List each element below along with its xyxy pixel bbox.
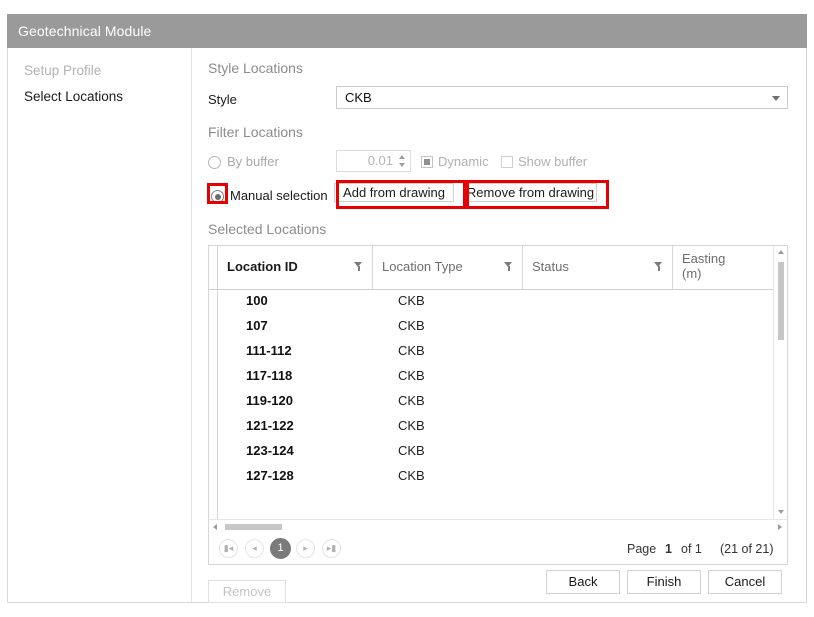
cell-location-type: CKB bbox=[398, 293, 425, 308]
grid-header-location-id-label: Location ID bbox=[227, 259, 298, 274]
table-row[interactable]: 121-122 CKB bbox=[218, 415, 773, 440]
pager-count-label: (21 of 21) bbox=[720, 542, 774, 556]
add-from-drawing-button[interactable]: Add from drawing bbox=[334, 183, 454, 202]
sidebar-item-select-locations[interactable]: Select Locations bbox=[24, 89, 123, 104]
funnel-icon[interactable] bbox=[354, 262, 363, 272]
pager-current-page[interactable]: 1 bbox=[270, 538, 291, 559]
cell-location-id: 127-128 bbox=[246, 468, 294, 483]
cell-location-id: 100 bbox=[246, 293, 268, 308]
table-row[interactable]: 107 CKB bbox=[218, 315, 773, 340]
grid-header-status-label: Status bbox=[532, 259, 569, 274]
by-buffer-label: By buffer bbox=[227, 154, 279, 169]
geotechnical-module-dialog: Geotechnical Module Setup Profile Select… bbox=[0, 0, 814, 617]
wizard-sidebar: Setup Profile Select Locations bbox=[8, 48, 192, 602]
table-row[interactable]: 119-120 CKB bbox=[218, 390, 773, 415]
pager-last-button[interactable]: ▸▮ bbox=[322, 539, 341, 558]
grid-header-status[interactable]: Status bbox=[523, 246, 673, 289]
stepper-down-icon[interactable] bbox=[399, 163, 405, 167]
style-dropdown-value: CKB bbox=[345, 90, 372, 105]
grid-header-location-type-label: Location Type bbox=[382, 259, 463, 274]
scroll-down-icon[interactable] bbox=[778, 510, 784, 514]
cell-location-type: CKB bbox=[398, 343, 425, 358]
manual-selection-label: Manual selection bbox=[230, 188, 328, 203]
remove-button[interactable]: Remove bbox=[208, 580, 286, 603]
pager-page-label: Page bbox=[627, 542, 657, 556]
chevron-down-icon bbox=[772, 96, 780, 101]
grid-header-easting[interactable]: Easting (m) bbox=[673, 246, 775, 289]
pager-page-number: 1 bbox=[665, 542, 672, 556]
cell-location-type: CKB bbox=[398, 393, 425, 408]
style-dropdown[interactable]: CKB bbox=[336, 86, 788, 109]
manual-selection-radio[interactable] bbox=[211, 190, 224, 203]
cell-location-type: CKB bbox=[398, 368, 425, 383]
grid-vertical-scrollbar[interactable] bbox=[773, 246, 787, 519]
table-row[interactable]: 111-112 CKB bbox=[218, 340, 773, 365]
vertical-scroll-thumb[interactable] bbox=[778, 262, 784, 340]
scroll-up-icon[interactable] bbox=[778, 250, 784, 254]
cell-location-id: 123-124 bbox=[246, 443, 294, 458]
pager-of-label: of 1 bbox=[681, 542, 702, 556]
footer-divider bbox=[193, 560, 806, 561]
table-row[interactable]: 117-118 CKB bbox=[218, 365, 773, 390]
cell-location-id: 119-120 bbox=[246, 393, 293, 408]
cell-location-type: CKB bbox=[398, 418, 425, 433]
dynamic-label: Dynamic bbox=[438, 154, 489, 169]
cell-location-type: CKB bbox=[398, 318, 425, 333]
funnel-icon[interactable] bbox=[654, 262, 663, 272]
grid-header-easting-label: Easting (m) bbox=[682, 251, 726, 281]
show-buffer-checkbox[interactable] bbox=[501, 156, 513, 168]
main-content: Style Locations Style CKB Filter Locatio… bbox=[193, 48, 806, 603]
style-label: Style bbox=[208, 92, 237, 107]
scroll-left-icon[interactable] bbox=[213, 524, 217, 530]
pager-prev-button[interactable]: ◂ bbox=[245, 539, 264, 558]
grid-row-selector-column bbox=[209, 290, 218, 519]
buffer-value-stepper[interactable]: 0.01 bbox=[336, 150, 411, 172]
cell-location-id: 121-122 bbox=[246, 418, 294, 433]
table-row[interactable]: 123-124 CKB bbox=[218, 440, 773, 465]
grid-header-location-id[interactable]: Location ID bbox=[218, 246, 373, 289]
filter-locations-heading: Filter Locations bbox=[208, 124, 303, 140]
selected-locations-heading: Selected Locations bbox=[208, 221, 327, 237]
cell-location-id: 111-112 bbox=[246, 343, 292, 358]
cancel-button[interactable]: Cancel bbox=[708, 570, 782, 594]
dynamic-checkbox[interactable] bbox=[421, 156, 433, 168]
grid-horizontal-scrollbar[interactable] bbox=[209, 519, 787, 533]
scroll-right-icon[interactable] bbox=[778, 524, 782, 530]
cell-location-id: 107 bbox=[246, 318, 268, 333]
cell-location-type: CKB bbox=[398, 468, 425, 483]
grid-header-rowselector bbox=[209, 246, 218, 289]
stepper-up-icon[interactable] bbox=[399, 155, 405, 159]
buffer-value: 0.01 bbox=[367, 153, 393, 168]
grid-header-row: Location ID Location Type Status Easting… bbox=[209, 246, 787, 290]
table-row[interactable]: 100 CKB bbox=[218, 290, 773, 315]
grid-body: 100 CKB 107 CKB 111-112 CKB 117-118 CKB … bbox=[209, 290, 773, 519]
dialog-title: Geotechnical Module bbox=[18, 23, 152, 39]
remove-from-drawing-button[interactable]: Remove from drawing bbox=[464, 183, 597, 202]
funnel-icon[interactable] bbox=[504, 262, 513, 272]
selected-locations-grid: Location ID Location Type Status Easting… bbox=[208, 245, 788, 534]
back-button[interactable]: Back bbox=[546, 570, 620, 594]
dialog-titlebar: Geotechnical Module bbox=[7, 14, 807, 48]
finish-button[interactable]: Finish bbox=[627, 570, 701, 594]
grid-header-location-type[interactable]: Location Type bbox=[373, 246, 523, 289]
horizontal-scroll-thumb[interactable] bbox=[225, 524, 282, 530]
pager-first-button[interactable]: ▮◂ bbox=[219, 539, 238, 558]
show-buffer-label: Show buffer bbox=[518, 154, 588, 169]
pager-next-button[interactable]: ▸ bbox=[296, 539, 315, 558]
by-buffer-radio[interactable] bbox=[208, 156, 221, 169]
cell-location-type: CKB bbox=[398, 443, 425, 458]
style-locations-heading: Style Locations bbox=[208, 60, 303, 76]
cell-location-id: 117-118 bbox=[246, 368, 293, 383]
table-row[interactable]: 127-128 CKB bbox=[218, 465, 773, 490]
sidebar-item-setup-profile[interactable]: Setup Profile bbox=[24, 63, 101, 78]
